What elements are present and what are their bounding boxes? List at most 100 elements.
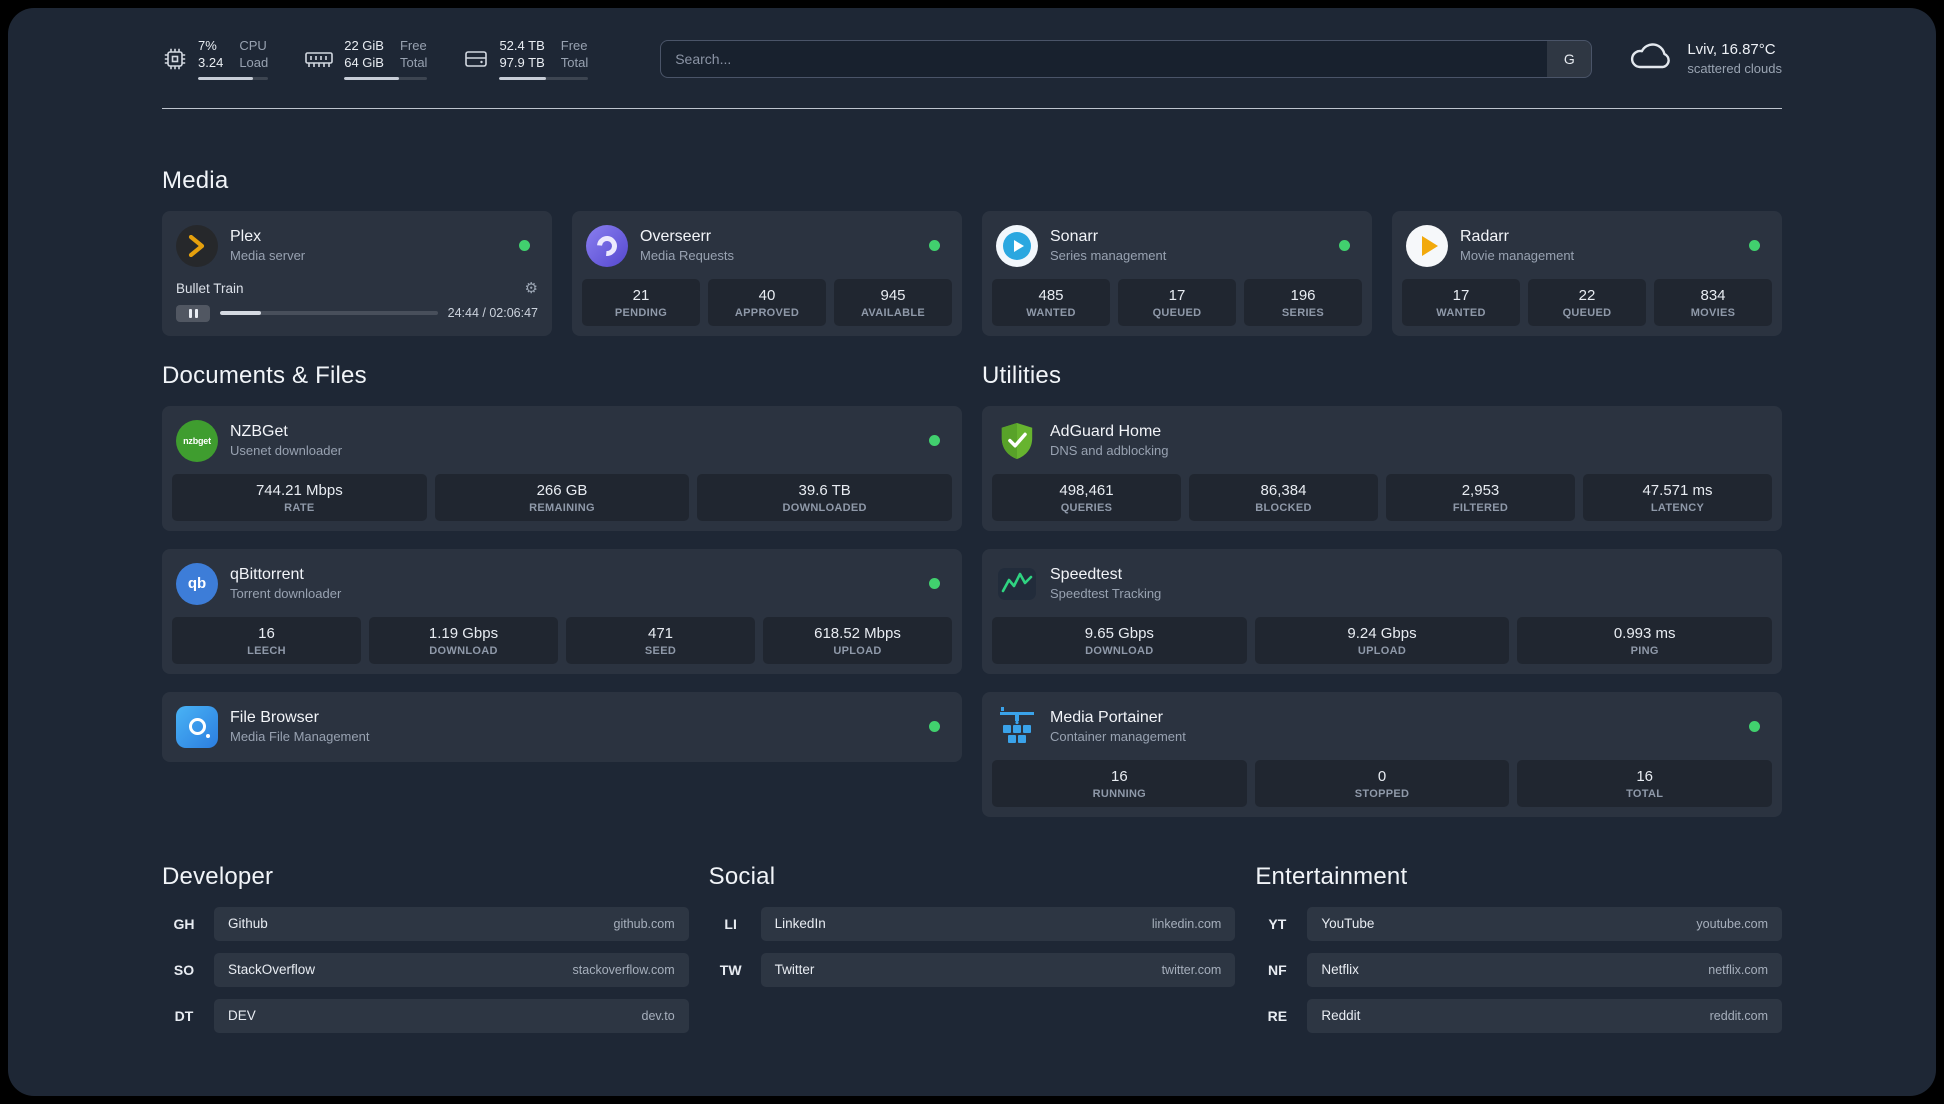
stat-tile: 266 GB REMAINING — [434, 473, 690, 521]
service-desc: DNS and adblocking — [1050, 443, 1169, 459]
overseerr-icon — [586, 224, 628, 267]
stat-label: SERIES — [1281, 306, 1325, 319]
filebrowser-service-link[interactable]: File Browser Media File Management — [172, 702, 952, 752]
bookmark-row: SO StackOverflow stackoverflow.com — [162, 952, 689, 987]
stat-value: 1.19 Gbps — [428, 624, 499, 642]
filebrowser-card: File Browser Media File Management — [162, 691, 962, 762]
stat-value: 834 — [1700, 286, 1726, 304]
adguard-service-link[interactable]: AdGuard Home DNS and adblocking — [992, 416, 1772, 474]
bookmark-link-netflix[interactable]: Netflix netflix.com — [1307, 952, 1782, 987]
nzbget-service-link[interactable]: nzbget NZBGet Usenet downloader — [172, 416, 952, 474]
stat-tile: 40 APPROVED — [708, 278, 826, 326]
section-media: Media Plex Media server Bullet Train ⚙ 2… — [162, 167, 1782, 336]
status-dot — [929, 578, 940, 590]
service-desc: Container management — [1050, 729, 1186, 745]
disk-widget: 52.4 TB 97.9 TB Free Total — [463, 38, 589, 80]
weather-widget: Lviv, 16.87°C scattered clouds — [1628, 39, 1782, 78]
stat-label: WANTED — [1436, 306, 1486, 319]
settings-gear-icon[interactable]: ⚙ — [525, 281, 538, 296]
bookmark-link-dev[interactable]: DEV dev.to — [214, 998, 689, 1033]
bookmark-abbr: TW — [719, 961, 742, 978]
service-desc: Media server — [230, 248, 306, 264]
portainer-crane-icon — [996, 706, 1038, 748]
qbittorrent-service-link[interactable]: qb qBittorrent Torrent downloader — [172, 559, 952, 617]
service-name: File Browser — [230, 709, 319, 727]
bookmark-link-stackoverflow[interactable]: StackOverflow stackoverflow.com — [214, 952, 689, 987]
service-name: Media Portainer — [1050, 709, 1163, 727]
service-name: Overseerr — [640, 228, 712, 246]
stat-tile: 834 MOVIES — [1654, 278, 1772, 326]
stat-tile: 47.571 ms LATENCY — [1583, 473, 1772, 521]
status-dot — [1749, 721, 1760, 733]
memory-values: 22 GiB 64 GiB — [344, 38, 384, 72]
bookmark-abbr: LI — [724, 915, 737, 932]
stat-value: 16 — [1636, 767, 1654, 785]
stat-tile: 39.6 TB DOWNLOADED — [697, 473, 953, 521]
weather-location: Lviv, 16.87°C — [1687, 40, 1776, 58]
stat-tile: 17 QUEUED — [1118, 278, 1236, 326]
cpu-usage: 7% — [198, 38, 217, 53]
adguard-shield-icon — [996, 420, 1038, 462]
stat-value: 47.571 ms — [1642, 481, 1713, 499]
plex-now-playing: Bullet Train ⚙ 24:44 / 02:06:47 — [172, 279, 542, 326]
entertainment-section-title: Entertainment — [1255, 862, 1408, 890]
bookmark-link-twitter[interactable]: Twitter twitter.com — [760, 952, 1236, 987]
documents-section-title: Documents & Files — [162, 361, 367, 389]
speedtest-waveform-icon — [996, 563, 1038, 605]
stat-tile: 21 PENDING — [582, 278, 700, 326]
service-name: Plex — [230, 228, 262, 246]
bookmark-row: RE Reddit reddit.com — [1255, 998, 1782, 1033]
service-desc: Media Requests — [640, 248, 734, 264]
memory-total: 64 GiB — [344, 54, 384, 70]
radarr-card: Radarr Movie management 17 WANTED 22 QUE… — [1392, 210, 1782, 336]
stat-tile: 945 AVAILABLE — [834, 278, 952, 326]
stat-tile: 618.52 Mbps UPLOAD — [763, 616, 952, 664]
stat-value: 485 — [1038, 286, 1064, 304]
stat-tile: 1.19 Gbps DOWNLOAD — [369, 616, 558, 664]
cpu-icon — [162, 46, 188, 72]
bookmark-link-youtube[interactable]: YouTube youtube.com — [1307, 906, 1782, 941]
plex-service-link[interactable]: Plex Media server — [172, 221, 542, 279]
stat-label: PENDING — [614, 306, 668, 319]
adguard-card: AdGuard Home DNS and adblocking 498,461 … — [982, 405, 1782, 531]
bookmark-link-linkedin[interactable]: LinkedIn linkedin.com — [760, 906, 1236, 941]
stat-label: QUEUED — [1152, 306, 1202, 319]
plex-card: Plex Media server Bullet Train ⚙ 24:44 /… — [162, 210, 552, 336]
portainer-service-link[interactable]: Media Portainer Container management — [992, 702, 1772, 760]
playback-progress-bar — [220, 311, 438, 316]
search-provider-button[interactable]: G — [1547, 40, 1592, 77]
disk-free: 52.4 TB — [499, 38, 545, 53]
sonarr-service-link[interactable]: Sonarr Series management — [992, 221, 1362, 279]
pause-button[interactable] — [176, 304, 210, 322]
speedtest-service-link[interactable]: Speedtest Speedtest Tracking — [992, 559, 1772, 617]
memory-free: 22 GiB — [344, 38, 384, 53]
bookmark-link-github[interactable]: Github github.com — [214, 906, 689, 941]
search-input[interactable] — [660, 39, 1593, 78]
qbittorrent-icon: qb — [176, 562, 218, 605]
status-dot — [929, 435, 940, 447]
stat-label: FILTERED — [1452, 501, 1509, 514]
stat-label: WANTED — [1026, 306, 1076, 319]
cpu-load-value: 3.24 — [198, 54, 224, 70]
stat-value: 17 — [1168, 286, 1186, 304]
stat-value: 744.21 Mbps — [255, 481, 343, 499]
service-desc: Torrent downloader — [230, 586, 342, 602]
bookmark-link-reddit[interactable]: Reddit reddit.com — [1307, 998, 1782, 1033]
stat-value: 2,953 — [1461, 481, 1500, 499]
stat-tile: 16 RUNNING — [992, 759, 1247, 807]
qbittorrent-card: qb qBittorrent Torrent downloader 16 LEE… — [162, 548, 962, 674]
radarr-service-link[interactable]: Radarr Movie management — [1402, 221, 1772, 279]
sonarr-icon — [996, 224, 1038, 267]
stat-value: 21 — [632, 286, 650, 304]
service-desc: Series management — [1050, 248, 1167, 264]
overseerr-service-link[interactable]: Overseerr Media Requests — [582, 221, 952, 279]
disk-progress-bar — [499, 76, 589, 80]
bookmark-row: TW Twitter twitter.com — [709, 952, 1236, 987]
stat-label: REMAINING — [529, 501, 595, 514]
bookmark-abbr: SO — [173, 961, 195, 978]
search-bar: G — [660, 39, 1593, 78]
plex-icon — [176, 224, 218, 267]
stat-label: SEED — [644, 644, 677, 657]
status-dot — [929, 240, 940, 252]
social-section-title: Social — [708, 862, 776, 890]
